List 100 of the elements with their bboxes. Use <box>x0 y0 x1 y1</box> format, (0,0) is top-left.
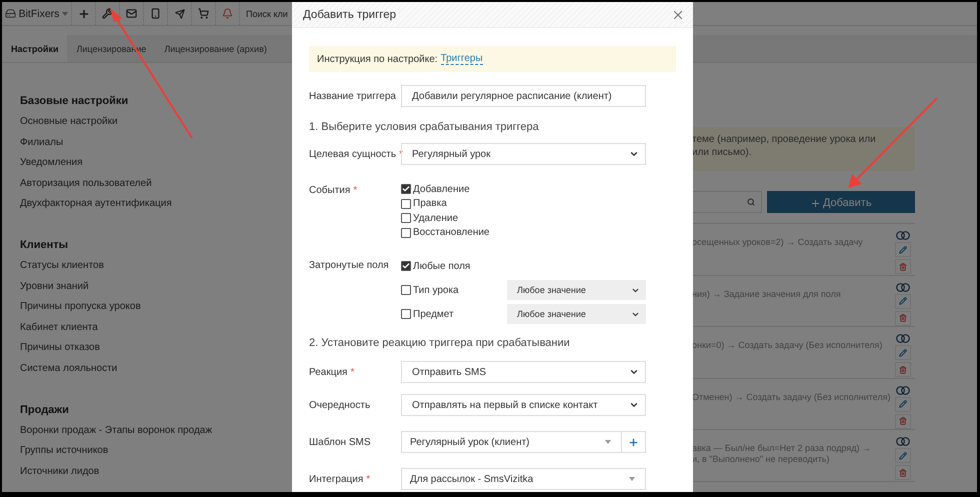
select-field[interactable]: Любое значение <box>507 280 646 300</box>
trash-icon <box>898 417 906 425</box>
cart-icon[interactable] <box>198 8 209 19</box>
input-field[interactable]: Добавили регулярное расписание (клиент) <box>401 85 646 107</box>
edit-button[interactable] <box>894 448 910 463</box>
field-label: События * <box>309 184 358 196</box>
checkbox[interactable] <box>401 261 411 271</box>
pencil-icon <box>898 297 906 305</box>
checkbox-label: Тип урока <box>413 284 459 296</box>
chevron-down-icon <box>629 400 639 410</box>
delete-button[interactable] <box>894 465 910 480</box>
phone-icon[interactable] <box>150 8 161 19</box>
section-title: Клиенты <box>20 238 70 251</box>
checkbox[interactable] <box>401 184 411 194</box>
trash-icon <box>898 262 906 270</box>
field-label: Шаблон SMS <box>309 436 372 448</box>
trash-icon <box>898 314 906 322</box>
checkbox-label: Правка <box>413 198 447 210</box>
section-heading: 2. Установите реакцию триггера при срабатывании <box>309 337 571 349</box>
checkbox-label: Восстановление <box>413 227 490 238</box>
caret-icon <box>605 440 611 444</box>
rule-text: осещенных уроков=2) → Создать задачу <box>692 236 864 248</box>
modal-title: Добавить триггер <box>303 8 396 20</box>
sidebar-item[interactable]: Группы источников <box>20 445 292 466</box>
rule-text: Отменен) → Создать задачу (Без исполнителя) <box>692 390 890 402</box>
section-title: Продажи <box>20 404 70 416</box>
sidebar-item[interactable]: Причины пропуска уроков <box>20 301 292 322</box>
wrench-icon[interactable] <box>102 8 113 19</box>
edit-button[interactable] <box>894 294 910 308</box>
plus-icon <box>628 436 639 448</box>
pencil-icon <box>898 348 906 356</box>
required-mark: * <box>350 367 354 378</box>
toggle-icon[interactable] <box>896 386 910 394</box>
edit-button[interactable] <box>894 396 910 412</box>
tab[interactable]: Лицензирование (архив) <box>155 35 276 62</box>
search-icon <box>747 198 755 206</box>
trash-icon <box>898 366 906 374</box>
checkbox[interactable] <box>401 285 411 295</box>
mail-icon[interactable] <box>126 8 137 19</box>
toggle-icon[interactable] <box>896 231 910 240</box>
select-field[interactable]: Любое значение <box>507 304 646 324</box>
field-label: Название триггера <box>309 90 397 102</box>
select-field[interactable]: Отправить SMS <box>401 361 646 383</box>
required-mark: * <box>353 185 358 196</box>
checkbox-label: Удаление <box>413 212 458 224</box>
brand-menu[interactable]: BitFixers <box>2 2 72 25</box>
search-field[interactable]: Поиск кли <box>240 8 288 18</box>
send-icon[interactable] <box>174 8 184 18</box>
trash-icon <box>898 468 906 476</box>
chevron-down-icon <box>629 367 639 377</box>
select-field[interactable]: Регулярный урок (клиент) <box>401 431 646 453</box>
delete-button[interactable] <box>894 310 910 326</box>
select-field[interactable]: Для рассылок - SmsVizitka <box>401 468 646 490</box>
plus-icon[interactable] <box>78 8 90 20</box>
caret-icon <box>629 477 635 481</box>
sidebar-item[interactable]: Уровни знаний <box>20 280 292 302</box>
sidebar-item[interactable]: Воронки продаж - Этапы воронок продаж <box>20 424 292 446</box>
sidebar-item[interactable]: Кабинет клиента <box>20 322 292 342</box>
sidebar-item[interactable]: Основные настройки <box>20 116 292 137</box>
checkbox[interactable] <box>401 198 411 209</box>
rule-text: онки=0) → Создать задачу (Без исполнителя) <box>692 339 884 351</box>
pencil-icon <box>898 400 906 408</box>
checkbox-label: Добавление <box>413 184 470 195</box>
delete-button[interactable] <box>894 414 910 428</box>
chevron-down-icon <box>629 149 639 159</box>
sidebar-item[interactable]: Уведомления <box>20 157 292 178</box>
notice-text: теме (например, проведение урока или <box>692 133 877 146</box>
field-label: Интеграция * <box>309 473 372 485</box>
toggle-icon[interactable] <box>896 282 910 292</box>
instruction-text: Инструкция по настройке: Триггеры <box>309 46 676 72</box>
pencil-icon <box>898 246 906 254</box>
checkbox-label: Предмет <box>413 308 454 320</box>
required-mark: * <box>366 474 370 485</box>
delete-button[interactable] <box>894 259 910 274</box>
sidebar-item[interactable]: Филиалы <box>20 136 292 158</box>
sidebar-item[interactable]: Статусы клиентов <box>20 260 292 281</box>
section-title: Базовые настройки <box>20 95 130 107</box>
checkbox[interactable] <box>401 309 411 319</box>
sidebar-item[interactable]: Источники лидов <box>20 466 292 486</box>
tab[interactable]: Настройки <box>2 35 68 62</box>
instruction-link[interactable]: Триггеры <box>440 53 483 65</box>
caret-icon <box>62 12 68 16</box>
plus-icon <box>810 198 821 208</box>
sidebar-item[interactable]: Причины отказов <box>20 342 292 363</box>
checkbox[interactable] <box>401 228 411 238</box>
sidebar-item[interactable]: Авторизация пользователей <box>20 178 292 198</box>
toggle-icon[interactable] <box>896 334 910 343</box>
delete-button[interactable] <box>894 362 910 377</box>
sidebar-item[interactable]: Двухфакторная аутентификация <box>20 198 292 219</box>
add-button[interactable]: Добавить <box>767 191 914 213</box>
edit-button[interactable] <box>894 242 910 257</box>
pencil-icon <box>898 452 906 460</box>
checkbox-label: Любые поля <box>413 260 470 272</box>
checkbox[interactable] <box>401 213 411 224</box>
sidebar-item[interactable]: Система лояльности <box>20 362 292 384</box>
edit-button[interactable] <box>894 345 910 360</box>
select-field[interactable]: Отправлять на первый в списке контакт <box>401 394 646 416</box>
bell-icon[interactable] <box>222 8 233 19</box>
toggle-icon[interactable] <box>896 437 910 446</box>
field-label: Очередность <box>309 399 372 411</box>
